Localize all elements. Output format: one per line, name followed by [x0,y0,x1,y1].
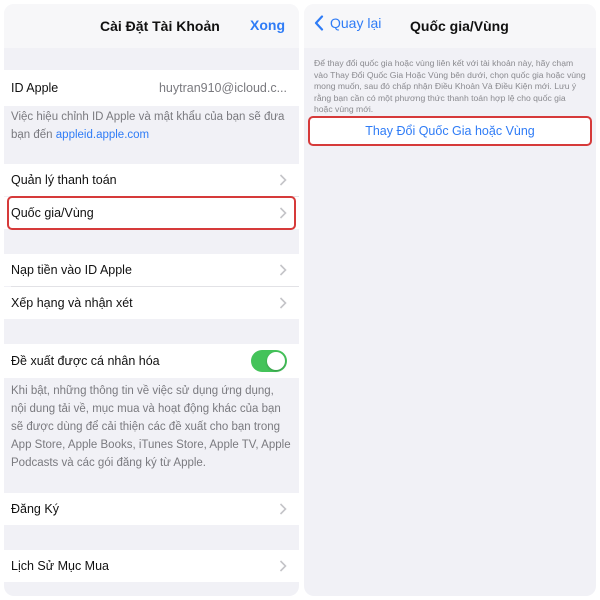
personalized-label: Đề xuất được cá nhân hóa [11,354,160,368]
chevron-right-icon [279,264,287,276]
country-region-row[interactable]: Quốc gia/Vùng [4,197,299,229]
add-funds-row[interactable]: Nạp tiền vào ID Apple [4,254,299,286]
back-label: Quay lại [330,15,382,31]
subscriptions-row[interactable]: Đăng Ký [4,493,299,525]
purchase-history-label: Lịch Sử Mục Mua [11,559,109,573]
chevron-left-icon [314,15,324,31]
chevron-right-icon [279,503,287,515]
add-funds-label: Nạp tiền vào ID Apple [11,263,132,277]
nav-bar: Quay lại Quốc gia/Vùng [304,4,596,48]
back-button[interactable]: Quay lại [314,15,381,31]
done-button[interactable]: Xong [250,17,285,33]
manage-payments-row[interactable]: Quản lý thanh toán [4,164,299,196]
appleid-link[interactable]: appleid.apple.com [56,129,149,141]
country-region-screen: Quay lại Quốc gia/Vùng Để thay đổi quốc … [304,4,596,596]
personalized-recommendations-row: Đề xuất được cá nhân hóa [4,344,299,378]
apple-id-value: huytran910@icloud.c... [158,81,287,95]
chevron-right-icon [279,560,287,572]
ratings-reviews-label: Xếp hạng và nhận xét [11,296,133,310]
ratings-reviews-row[interactable]: Xếp hạng và nhận xét [4,287,299,319]
personalized-toggle[interactable] [251,350,287,372]
toggle-knob [267,352,285,370]
apple-id-row[interactable]: ID Apple huytran910@icloud.c... [4,70,299,106]
chevron-right-icon [279,207,287,219]
page-title: Cài Đặt Tài Khoản [100,18,220,34]
subscriptions-label: Đăng Ký [11,502,59,516]
account-settings-screen: Cài Đặt Tài Khoản Xong ID Apple huytran9… [4,4,299,596]
chevron-right-icon [279,297,287,309]
chevron-right-icon [279,174,287,186]
change-country-region-button[interactable]: Thay Đổi Quốc Gia hoặc Vùng [308,116,592,146]
personalized-note: Khi bật, những thông tin về việc sử dụng… [11,385,291,469]
country-region-label: Quốc gia/Vùng [11,206,94,220]
page-title: Quốc gia/Vùng [410,18,509,34]
apple-id-label: ID Apple [11,81,59,95]
manage-payments-label: Quản lý thanh toán [11,173,117,187]
purchase-history-row[interactable]: Lịch Sử Mục Mua [4,550,299,582]
change-country-description: Để thay đổi quốc gia hoặc vùng liên kết … [314,58,586,114]
nav-bar: Cài Đặt Tài Khoản Xong [4,4,299,48]
apple-id-note: Việc hiệu chỉnh ID Apple và mật khẩu của… [11,108,291,144]
